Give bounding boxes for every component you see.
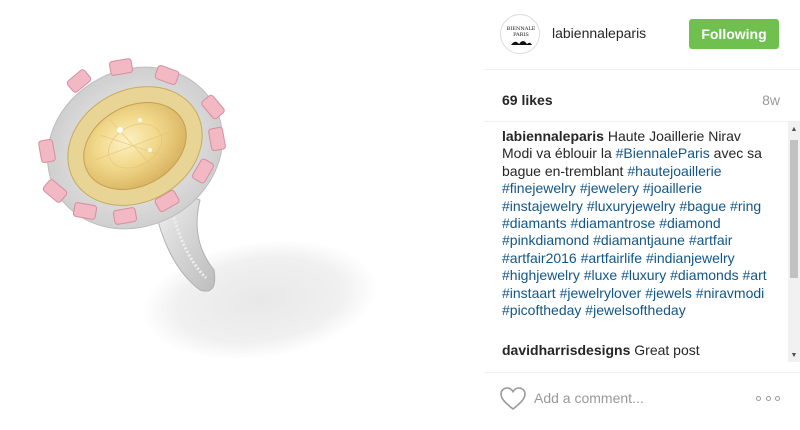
- hashtag-link[interactable]: #artfairlife: [581, 250, 642, 266]
- comment-username[interactable]: davidharrisdesigns: [502, 342, 630, 358]
- hashtag-link[interactable]: #diamantrose: [570, 215, 655, 231]
- heart-icon[interactable]: [500, 387, 526, 411]
- hashtag-link[interactable]: #instaart: [502, 285, 556, 301]
- hashtag-link[interactable]: #BiennaleParis: [616, 145, 710, 161]
- hashtag-link[interactable]: #jewelsoftheday: [585, 302, 685, 318]
- hashtag-link[interactable]: #finejewelry: [502, 180, 576, 196]
- hashtag-link[interactable]: #joaillerie: [643, 180, 702, 196]
- post-photo[interactable]: [0, 0, 480, 430]
- biennale-logo-icon: BIENNALE PARIS: [502, 16, 539, 53]
- hashtag-link[interactable]: #luxuryjewelry: [587, 198, 676, 214]
- hashtag-link[interactable]: #picoftheday: [502, 302, 581, 318]
- hashtag-link[interactable]: #bague: [679, 198, 726, 214]
- hashtag-link[interactable]: #art: [743, 267, 767, 283]
- hashtag-link[interactable]: #jewelery: [580, 180, 639, 196]
- dot: [775, 395, 780, 401]
- list-item: davidharrisdesigns Great post: [502, 342, 700, 359]
- post-stats: 69 likes 8w: [484, 70, 800, 122]
- hashtag-link[interactable]: #pinkdiamond: [502, 232, 589, 248]
- hashtag-link[interactable]: #diamonds: [670, 267, 739, 283]
- hashtag-link[interactable]: #niravmodi: [696, 285, 764, 301]
- hashtag-link[interactable]: #instajewelry: [502, 198, 583, 214]
- scroll-up-arrow-icon[interactable]: ▲: [788, 124, 800, 134]
- hashtag-link[interactable]: #jewelrylover: [560, 285, 642, 301]
- following-button[interactable]: Following: [689, 19, 779, 49]
- post-age[interactable]: 8w: [762, 92, 780, 108]
- svg-text:PARIS: PARIS: [513, 32, 529, 38]
- hashtag-link[interactable]: #hautejoaillerie: [627, 163, 721, 179]
- hashtag-link[interactable]: #luxury: [621, 267, 666, 283]
- comments-list[interactable]: labiennaleparis Haute Joaillerie Nirav M…: [484, 122, 800, 362]
- hashtag-link[interactable]: #artfair: [689, 232, 733, 248]
- hashtag-link[interactable]: #artfair2016: [502, 250, 577, 266]
- comment-input[interactable]: [534, 387, 734, 409]
- hashtag-link[interactable]: #jewels: [645, 285, 692, 301]
- post-header: BIENNALE PARIS labiennaleparis Following: [484, 0, 800, 70]
- caption-comment: labiennaleparis Haute Joaillerie Nirav M…: [502, 128, 774, 319]
- dot: [765, 395, 771, 401]
- hashtag-link[interactable]: #diamants: [502, 215, 567, 231]
- hashtag-link[interactable]: #highjewelry: [502, 267, 580, 283]
- hashtag-link[interactable]: #diamond: [659, 215, 721, 231]
- ring-photo: [38, 58, 378, 360]
- header-username[interactable]: labiennaleparis: [552, 25, 646, 41]
- scroll-thumb[interactable]: [790, 140, 798, 278]
- hashtag-link[interactable]: #diamantjaune: [593, 232, 685, 248]
- hashtag-link[interactable]: #luxe: [584, 267, 617, 283]
- more-options-icon[interactable]: [756, 393, 780, 403]
- post-footer: [484, 372, 800, 430]
- post-side-panel: BIENNALE PARIS labiennaleparis Following…: [484, 0, 800, 430]
- comments-scrollbar[interactable]: ▲ ▼: [788, 122, 800, 362]
- hashtag-link[interactable]: #indianjewelry: [646, 250, 735, 266]
- hashtag-list: #hautejoaillerie #finejewelry #jewelery …: [502, 163, 767, 318]
- caption-username[interactable]: labiennaleparis: [502, 128, 604, 144]
- comment-text: Great post: [630, 342, 700, 358]
- hashtag-link[interactable]: #ring: [730, 198, 761, 214]
- scroll-down-arrow-icon[interactable]: ▼: [788, 350, 800, 360]
- dot: [756, 395, 761, 401]
- likes-count[interactable]: 69 likes: [502, 92, 553, 108]
- avatar[interactable]: BIENNALE PARIS: [500, 14, 540, 54]
